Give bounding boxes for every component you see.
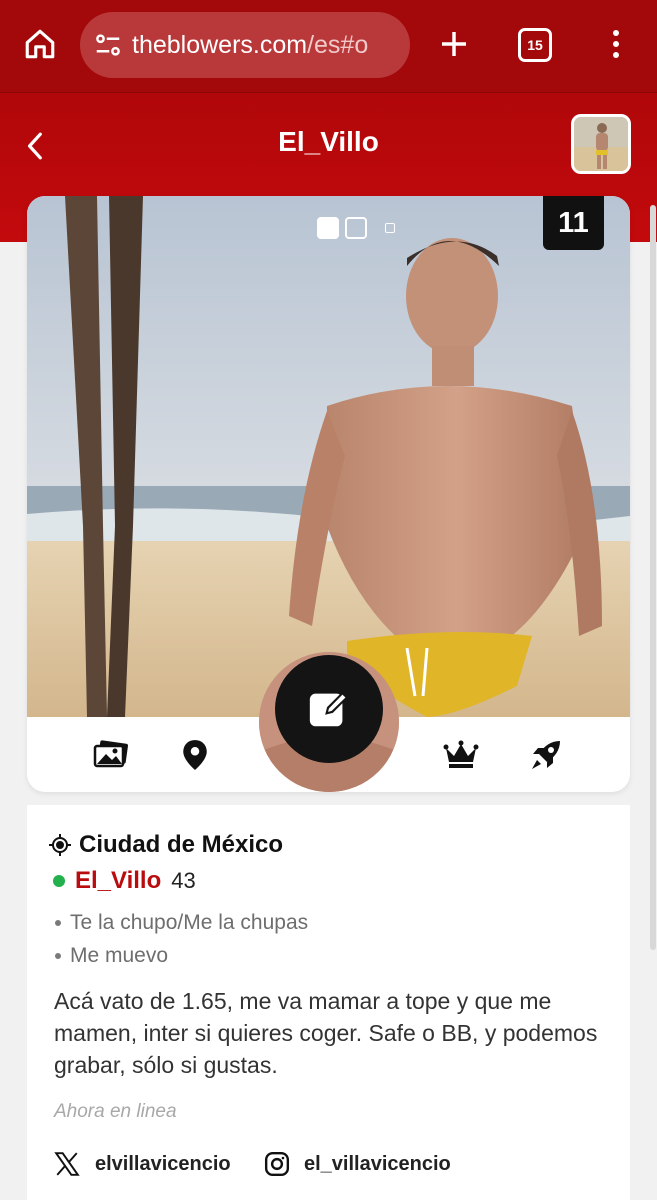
edit-button[interactable] — [275, 655, 383, 763]
new-tab-button[interactable] — [432, 22, 476, 66]
address-bar[interactable]: theblowers.com/es#o — [80, 12, 410, 78]
online-status: Ahora en linea — [54, 1101, 177, 1122]
edit-icon — [309, 691, 349, 727]
site-settings-icon[interactable] — [92, 29, 124, 61]
crown-icon — [443, 740, 479, 768]
scrollbar[interactable] — [650, 205, 656, 950]
browser-toolbar: theblowers.com/es#o 15 — [0, 0, 657, 92]
photo-card: 11 — [27, 196, 630, 792]
rocket-icon — [532, 741, 560, 769]
avatar[interactable] — [571, 114, 631, 174]
location-label: Ciudad de México — [79, 831, 284, 858]
location-row: Ciudad de México — [49, 831, 283, 859]
pager-dot[interactable] — [317, 217, 339, 239]
profile-info: Ciudad de México El_Villo 43 Te la chupo… — [27, 805, 630, 1200]
gallery-icon — [93, 740, 128, 768]
page-title: El_Villo — [278, 126, 379, 157]
photo-pager[interactable] — [317, 217, 395, 239]
username: El_Villo — [75, 867, 162, 894]
photo-count-badge: 11 — [543, 196, 604, 250]
pager-dot[interactable] — [385, 223, 395, 233]
instagram-handle: el_villavicencio — [304, 1152, 451, 1175]
tag-list: Te la chupo/Me la chupas Me muevo — [55, 906, 308, 972]
tab-count: 15 — [527, 37, 543, 53]
x-handle: elvillavicencio — [95, 1152, 231, 1175]
bio-text: Acá vato de 1.65, me va mamar a tope y q… — [54, 988, 598, 1078]
list-item: Me muevo — [55, 939, 308, 972]
online-indicator — [53, 875, 65, 887]
location-button[interactable] — [175, 737, 215, 773]
x-logo-icon — [54, 1152, 80, 1176]
instagram-icon — [264, 1151, 290, 1177]
user-row: El_Villo 43 — [53, 867, 196, 895]
home-button[interactable] — [18, 22, 62, 66]
instagram-link[interactable]: el_villavicencio — [264, 1151, 451, 1177]
x-link[interactable]: elvillavicencio — [53, 1151, 231, 1177]
profile-photo[interactable] — [27, 196, 630, 717]
url-text: theblowers.com/es#o — [132, 30, 369, 59]
pager-dot[interactable] — [345, 217, 367, 239]
list-item: Te la chupo/Me la chupas — [55, 906, 308, 939]
age: 43 — [171, 868, 196, 893]
location-pin-icon — [183, 740, 207, 770]
gallery-button[interactable] — [91, 737, 131, 773]
boost-button[interactable] — [526, 737, 566, 773]
more-vert-icon[interactable] — [598, 22, 634, 66]
premium-button[interactable] — [441, 737, 481, 773]
tabs-icon[interactable]: 15 — [518, 28, 552, 62]
home-icon — [25, 29, 55, 59]
plus-icon — [442, 32, 466, 56]
crosshair-icon — [49, 834, 71, 856]
